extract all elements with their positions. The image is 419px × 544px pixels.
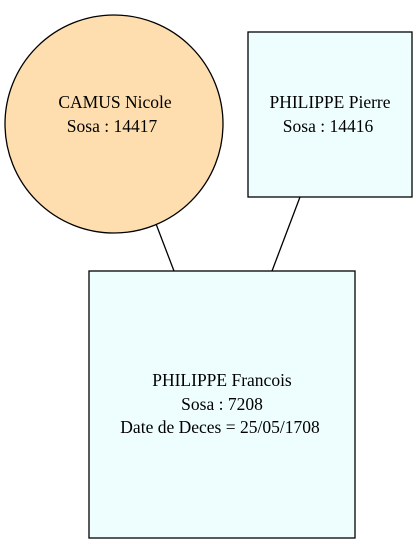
node-philippe-francois-death-date: Date de Deces = 25/05/1708 [120,417,320,437]
node-camus-nicole-sosa: Sosa : 14417 [67,116,158,136]
node-philippe-pierre-name: PHILIPPE Pierre [269,92,390,112]
node-philippe-pierre-shape [247,31,413,198]
node-philippe-francois-name: PHILIPPE Francois [152,370,292,390]
node-camus-nicole-name: CAMUS Nicole [58,92,171,112]
node-philippe-francois[interactable]: PHILIPPE Francois Sosa : 7208 Date de De… [88,270,356,539]
family-tree-graph: CAMUS Nicole Sosa : 14417 PHILIPPE Pierr… [0,0,419,544]
node-philippe-francois-sosa: Sosa : 7208 [181,394,263,414]
node-camus-nicole[interactable]: CAMUS Nicole Sosa : 14417 [4,14,224,234]
node-philippe-pierre[interactable]: PHILIPPE Pierre Sosa : 14416 [247,31,413,198]
node-philippe-pierre-sosa: Sosa : 14416 [283,116,374,136]
